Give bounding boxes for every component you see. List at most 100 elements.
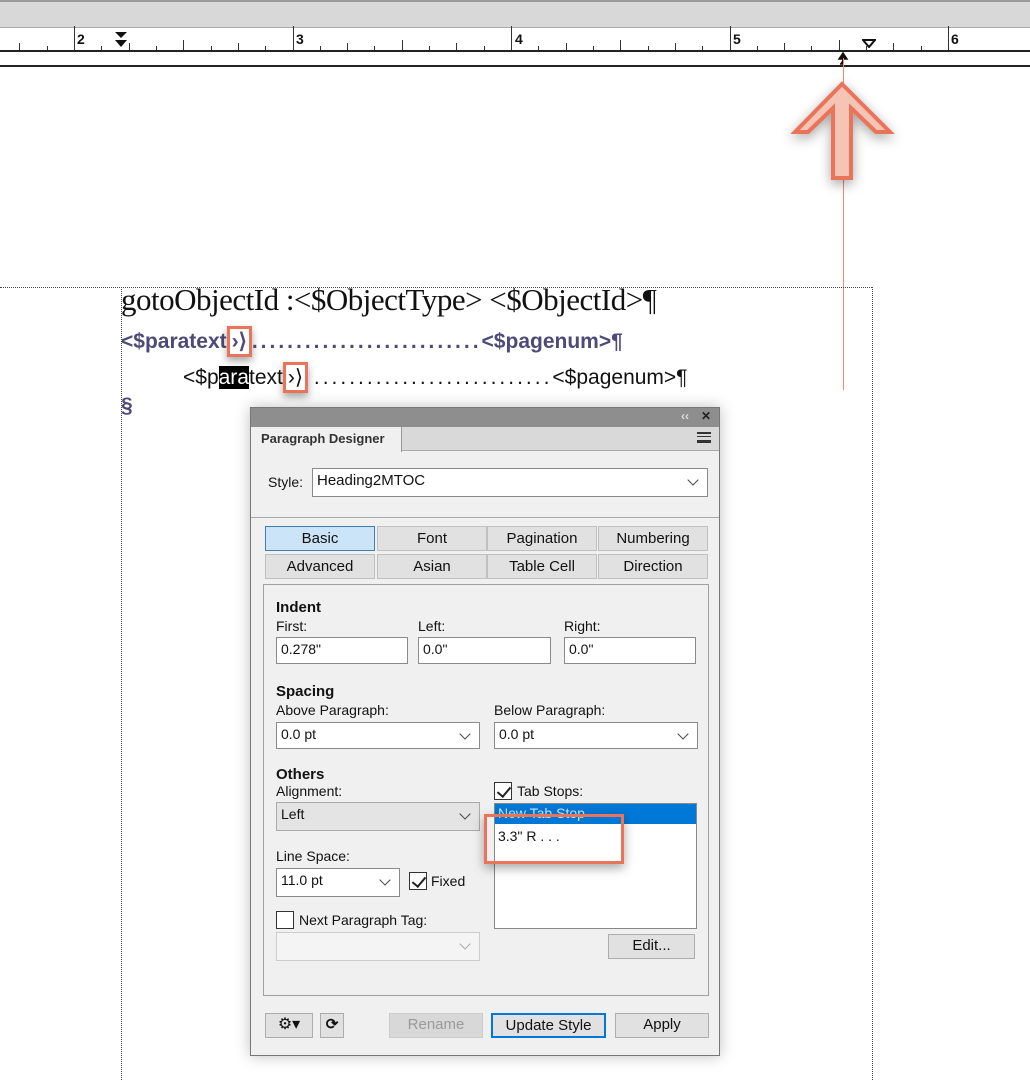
line-space-label: Line Space: — [276, 848, 350, 864]
ruler-tick — [429, 46, 431, 50]
ruler-tick — [674, 43, 676, 50]
ruler-tick — [756, 46, 758, 50]
ruler-tick — [511, 26, 512, 50]
gear-menu-button[interactable]: ⚙▾ — [265, 1013, 313, 1038]
tab-pagination[interactable]: Pagination — [487, 526, 597, 551]
refresh-button[interactable]: ⟳ — [320, 1013, 344, 1038]
text-selection: ara — [218, 366, 249, 389]
others-heading: Others — [276, 766, 325, 783]
tab-font[interactable]: Font — [377, 526, 487, 551]
divider — [251, 517, 719, 518]
below-paragraph-label: Below Paragraph: — [494, 702, 606, 718]
ruler-tick — [811, 46, 813, 50]
panel-tab-header: Paragraph Designer — [251, 427, 719, 452]
ruler-tick — [19, 43, 21, 50]
above-paragraph-label: Above Paragraph: — [276, 702, 389, 718]
tab-basic[interactable]: Basic — [265, 526, 375, 551]
paratext-var: <$p — [183, 366, 219, 389]
leader-dots: ........................... — [313, 366, 553, 389]
spacing-heading: Spacing — [276, 683, 335, 700]
edit-tab-stop-button[interactable]: Edit... — [608, 934, 695, 959]
tab-table-cell[interactable]: Table Cell — [487, 554, 597, 579]
toolbar-band — [0, 0, 1030, 28]
tab-advanced[interactable]: Advanced — [265, 554, 375, 579]
rename-button[interactable]: Rename — [389, 1013, 483, 1038]
paragraph-designer-dialog: ‹‹ ✕ Paragraph Designer Style: Heading2M… — [250, 407, 720, 1056]
collapse-icon[interactable]: ‹‹ — [681, 409, 689, 423]
apply-button[interactable]: Apply — [615, 1013, 709, 1038]
next-paragraph-tag-select[interactable] — [276, 932, 480, 961]
ruler-tick — [210, 46, 212, 50]
alignment-label: Alignment: — [276, 783, 343, 799]
update-style-button[interactable]: Update Style — [491, 1013, 606, 1038]
paratext-var: <$paratext — [121, 330, 227, 353]
ruler-bottom-line — [0, 65, 1030, 67]
ruler-tick — [401, 40, 403, 50]
ruler-tick — [620, 40, 622, 50]
indent-marker-icon[interactable] — [114, 31, 128, 49]
ruler-tick — [592, 46, 594, 50]
ruler-label: 5 — [733, 31, 741, 47]
ruler-tick — [729, 26, 731, 50]
ruler-tick — [128, 43, 130, 50]
right-indent-label: Right: — [564, 618, 601, 634]
tab-direction[interactable]: Direction — [598, 554, 708, 579]
style-label: Style: — [268, 474, 304, 490]
fixed-checkbox[interactable] — [409, 872, 427, 890]
pagenum-var: <$pagenum>¶ — [552, 366, 688, 389]
ruler-tick — [647, 46, 649, 50]
ruler-tick — [237, 43, 239, 50]
line-space-select[interactable]: 11.0 pt — [276, 868, 400, 897]
first-indent-input[interactable]: 0.278" — [276, 637, 408, 664]
left-indent-input[interactable]: 0.0" — [418, 637, 551, 664]
doc-line-toc-level1[interactable]: <$paratext ›⟩ ..........................<$… — [121, 326, 623, 357]
tab-asian[interactable]: Asian — [377, 554, 487, 579]
ruler-tick — [265, 46, 267, 50]
ruler-tick — [347, 43, 349, 50]
arrow-up-icon — [790, 81, 895, 180]
panel-tab-paragraph-designer[interactable]: Paragraph Designer — [251, 427, 402, 452]
ruler-tick — [292, 26, 294, 50]
doc-line-toc-level2[interactable]: <$paratext ›⟩ ...........................… — [183, 362, 687, 393]
alignment-select[interactable]: Left — [276, 802, 480, 831]
ruler-tick — [101, 46, 103, 50]
ruler-tick — [74, 26, 75, 50]
ruler-label: 4 — [515, 31, 523, 47]
indent-heading: Indent — [276, 599, 321, 616]
dialog-titlebar[interactable]: ‹‹ ✕ — [251, 408, 719, 427]
ruler-tick — [456, 43, 458, 50]
tab-numbering[interactable]: Numbering — [598, 526, 708, 551]
ruler-label: 3 — [296, 31, 304, 47]
tab-marker-highlight: ›⟩ — [226, 326, 252, 357]
ruler-tick — [319, 46, 321, 50]
leader-dots: .......................... — [251, 330, 482, 353]
ruler-tick — [183, 40, 185, 50]
above-paragraph-select[interactable]: 0.0 pt — [276, 722, 480, 749]
right-indent-input[interactable]: 0.0" — [564, 637, 696, 664]
style-select[interactable]: Heading2MTOC — [312, 468, 708, 497]
ruler-tick — [838, 40, 840, 50]
ruler-tick — [538, 46, 540, 50]
ruler-tick — [920, 46, 922, 50]
horizontal-ruler[interactable]: 2 3 4 5 6 — [0, 26, 1030, 52]
ruler-tick — [893, 43, 895, 50]
tab-stops-label: Tab Stops: — [517, 783, 584, 799]
fixed-label: Fixed — [431, 873, 466, 889]
ruler-tick — [46, 46, 48, 50]
gear-icon: ⚙▾ — [277, 1016, 301, 1033]
tab-stops-checkbox[interactable] — [494, 782, 512, 800]
first-indent-label: First: — [276, 618, 308, 634]
next-paragraph-tag-label: Next Paragraph Tag: — [299, 912, 428, 928]
ruler-tick — [784, 43, 786, 50]
next-paragraph-tag-checkbox[interactable] — [276, 911, 294, 929]
left-indent-label: Left: — [418, 618, 446, 634]
panel-menu-icon[interactable] — [697, 432, 711, 443]
doc-line-heading[interactable]: gotoObjectId :<$ObjectType> <$ObjectId>¶ — [121, 282, 657, 318]
right-indent-marker-icon[interactable] — [862, 39, 876, 48]
close-icon[interactable]: ✕ — [701, 409, 711, 423]
text-frame-border — [872, 287, 873, 1080]
below-paragraph-select[interactable]: 0.0 pt — [494, 722, 698, 749]
ruler-tick — [565, 43, 567, 50]
ruler-label: 2 — [77, 31, 85, 47]
basic-tab-panel: Indent First: 0.278" Left: 0.0" Right: 0… — [263, 584, 709, 996]
